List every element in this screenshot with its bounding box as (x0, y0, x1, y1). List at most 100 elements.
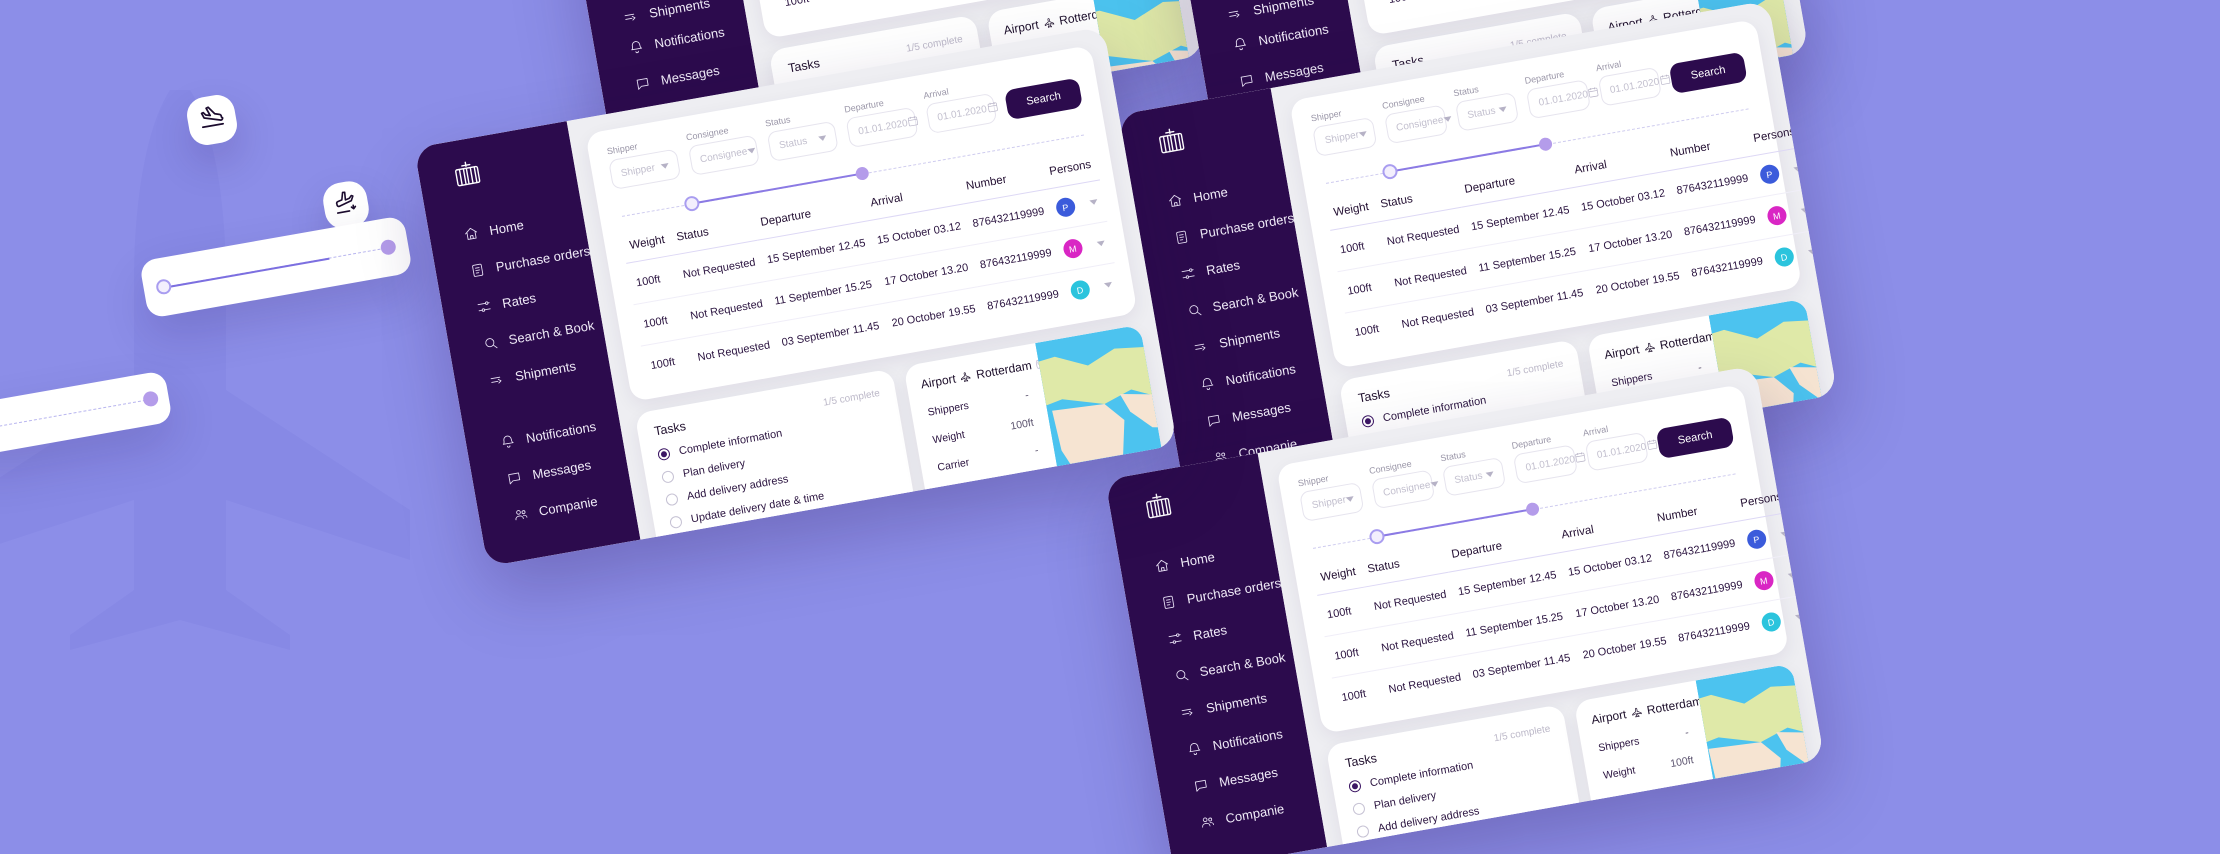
arrival-input[interactable]: 01.01.2020 (924, 92, 999, 135)
arrival-input[interactable]: 01.01.2020 (1597, 66, 1671, 107)
range-slider-card-secondary[interactable] (0, 370, 173, 458)
shipper-input[interactable]: Shipper (1312, 116, 1378, 157)
column-header-persons[interactable]: Persons (1731, 479, 1791, 522)
chevron-down-icon[interactable] (1358, 130, 1368, 137)
tasks-panel: Tasks 1/5 complete Complete informationP… (634, 368, 923, 567)
task-radio[interactable] (673, 537, 688, 552)
chevron-down-icon[interactable] (1485, 470, 1495, 478)
status-input[interactable]: Status (1454, 91, 1520, 132)
airport-panel: Airport Rotterdam i Shippers-Weight100ft… (1573, 663, 1823, 854)
chevron-down-icon[interactable] (1498, 105, 1508, 113)
status-input[interactable]: Status (1441, 456, 1507, 497)
chevron-down-icon[interactable] (1442, 115, 1452, 123)
airport-destination: Rotterdam (1658, 328, 1717, 353)
departure-input[interactable]: 01.01.2020 (1513, 444, 1586, 485)
task-item[interactable]: Add code and number for declaration (677, 523, 904, 567)
shipper-input[interactable]: Shipper (1299, 481, 1365, 522)
tasks-title: Tasks (653, 419, 687, 439)
avatar[interactable]: D (1068, 279, 1091, 302)
shipper-input[interactable]: Shipper (608, 148, 682, 190)
consignee-input[interactable]: Consignee (1370, 469, 1439, 510)
task-radio[interactable] (665, 492, 680, 507)
chevron-down-icon[interactable] (818, 134, 828, 142)
avatar[interactable]: D (1772, 246, 1795, 269)
task-radio[interactable] (657, 447, 672, 462)
chevron-down-icon[interactable] (1807, 248, 1817, 256)
tasks-progress: 1/5 complete (822, 387, 881, 409)
range-slider-card[interactable] (138, 215, 414, 319)
chevron-down-icon[interactable] (1429, 480, 1439, 488)
search-button[interactable]: Search (1004, 77, 1084, 121)
avatar[interactable]: M (1752, 569, 1775, 592)
chevron-down-icon[interactable] (1787, 572, 1797, 579)
chevron-down-icon[interactable] (746, 147, 756, 154)
field-placeholder: Shipper (1323, 129, 1360, 146)
task-radio[interactable] (1356, 824, 1371, 839)
slider-handle-left[interactable] (155, 278, 173, 296)
chevron-down-icon[interactable] (1794, 613, 1804, 621)
sidebar-item-label: Notifications (653, 24, 726, 52)
avatar[interactable]: M (1765, 204, 1788, 227)
chevron-down-icon[interactable] (1089, 199, 1099, 206)
slider-handle-right[interactable] (379, 238, 397, 256)
plane-landing-icon (332, 189, 361, 222)
task-radio[interactable] (669, 515, 684, 530)
task-radio[interactable] (677, 560, 692, 567)
chat-icon (1192, 777, 1209, 794)
search-button[interactable]: Search (1668, 51, 1748, 95)
chevron-down-icon[interactable] (1793, 166, 1803, 173)
slider-handle[interactable] (141, 390, 160, 408)
departure-input[interactable]: 01.01.2020 (1526, 79, 1599, 120)
plane-icon (1630, 706, 1643, 719)
arrows-right-icon (1226, 5, 1243, 22)
arrows-right-icon (488, 371, 505, 388)
cell-weight: 100ft (775, 0, 830, 24)
slider-track (0, 398, 152, 432)
chevron-down-icon[interactable] (660, 162, 669, 169)
airport-label: Airport (1590, 707, 1628, 728)
status-input[interactable]: Status (766, 120, 840, 163)
column-header-persons[interactable]: Persons (1744, 114, 1804, 157)
chevron-down-icon[interactable] (1780, 531, 1790, 538)
cell-persons: M (1757, 188, 1819, 240)
task-radio[interactable] (1360, 847, 1375, 854)
plane-icon (1643, 341, 1656, 354)
search-icon (1186, 301, 1203, 318)
range-handle-max[interactable] (1525, 501, 1541, 517)
chevron-down-icon[interactable] (1103, 281, 1113, 289)
field-arrival: Arrival 01.01.2020 (1582, 418, 1658, 472)
calendar-icon[interactable] (906, 113, 920, 130)
avatar[interactable]: P (1054, 196, 1077, 219)
sidebar-item-label: Messages (531, 457, 593, 483)
range-handle-max[interactable] (854, 166, 870, 182)
calendar-icon[interactable] (1658, 72, 1672, 89)
calendar-icon[interactable] (1645, 437, 1659, 454)
task-radio[interactable] (1352, 801, 1367, 816)
calendar-icon[interactable] (985, 99, 999, 116)
task-radio[interactable] (1361, 414, 1376, 429)
field-placeholder: Status (778, 135, 809, 151)
task-item[interactable]: Upload invoice (1364, 836, 1571, 854)
chevron-down-icon[interactable] (1345, 495, 1355, 502)
avatar[interactable]: P (1758, 163, 1781, 186)
field-status: Status Status (1453, 78, 1520, 132)
avatar[interactable]: M (1061, 237, 1084, 260)
field-placeholder: Shipper (1310, 494, 1347, 511)
range-handle-min[interactable] (682, 194, 701, 213)
arrival-input[interactable]: 01.01.2020 (1584, 431, 1658, 472)
consignee-input[interactable]: Consignee (1383, 104, 1452, 145)
sidebar-item-label: Search & Book (507, 317, 596, 348)
range-handle-min[interactable] (1380, 163, 1399, 181)
range-handle-min[interactable] (1367, 528, 1386, 546)
task-radio[interactable] (661, 469, 676, 484)
consignee-input[interactable]: Consignee (687, 134, 761, 177)
avatar[interactable]: D (1759, 611, 1782, 634)
avatar[interactable]: P (1745, 528, 1768, 551)
detail-value: - (1033, 444, 1040, 457)
range-handle-max[interactable] (1538, 136, 1554, 152)
chevron-down-icon[interactable] (1096, 240, 1106, 247)
chevron-down-icon[interactable] (1800, 207, 1810, 214)
task-radio[interactable] (1348, 779, 1363, 794)
departure-input[interactable]: 01.01.2020 (845, 106, 920, 149)
search-button[interactable]: Search (1655, 416, 1735, 460)
